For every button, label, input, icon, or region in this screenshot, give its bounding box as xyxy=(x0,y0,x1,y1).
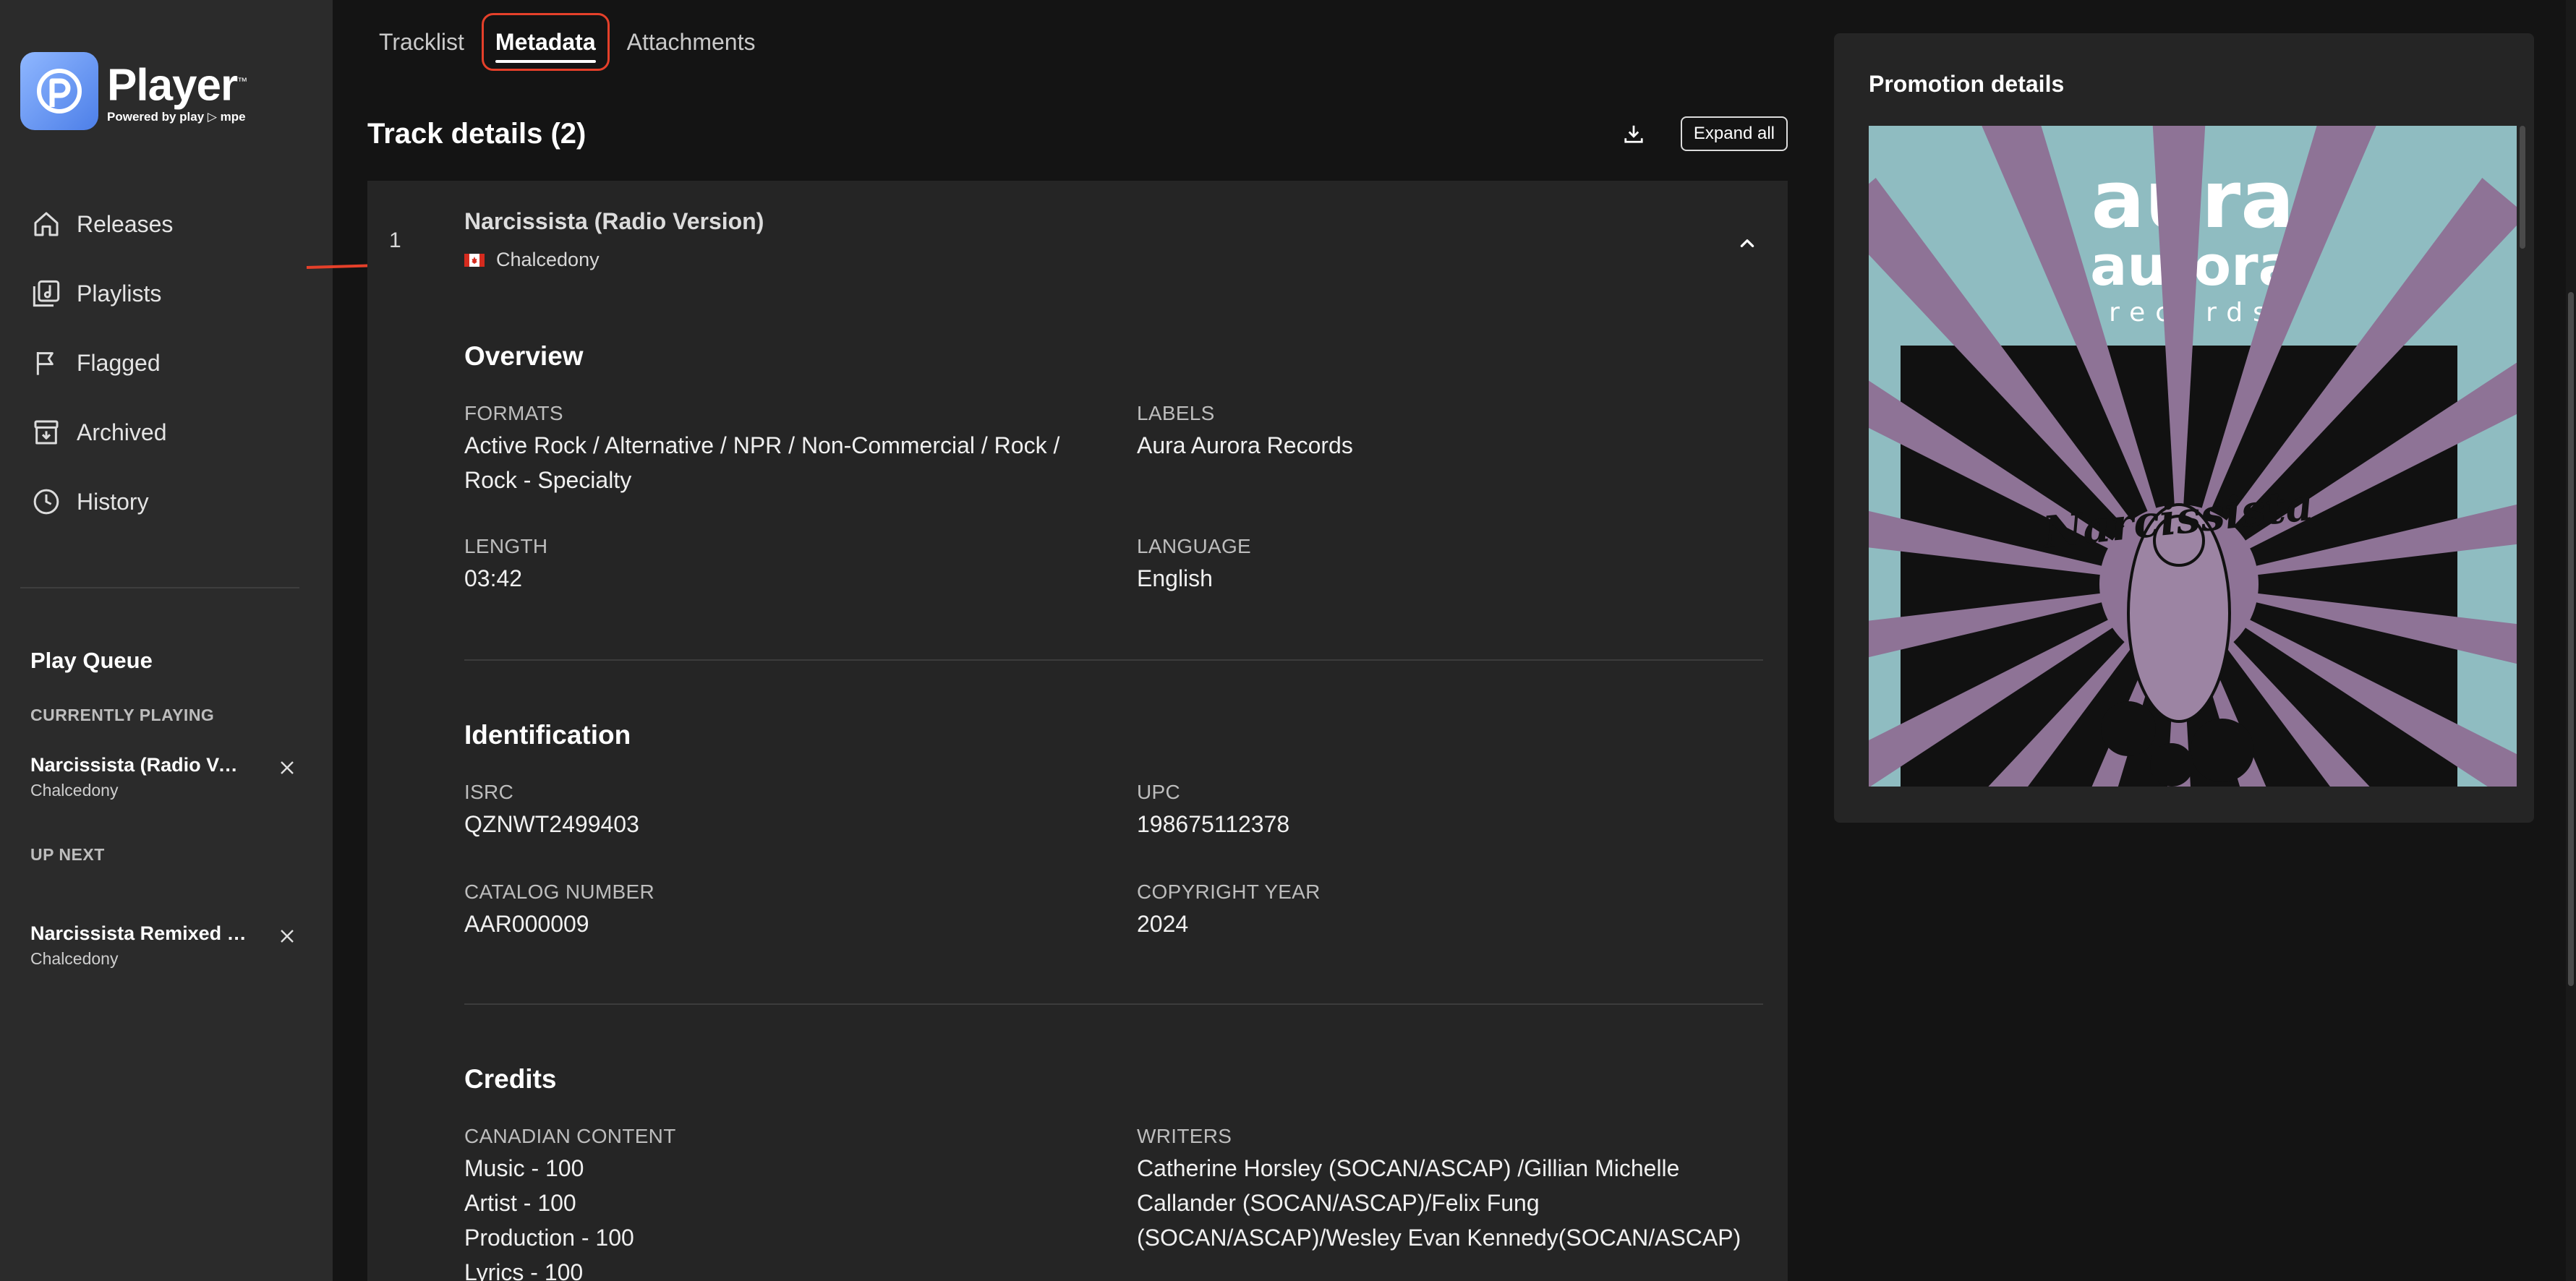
field-label: UPC xyxy=(1137,781,1181,803)
app-root: Player™ Powered by play ▷ mpe Releases P… xyxy=(0,0,2576,1281)
nav-item-flagged[interactable]: Flagged xyxy=(29,328,304,398)
queue-title: Play Queue xyxy=(30,648,153,673)
nav-item-archived[interactable]: Archived xyxy=(29,398,304,467)
field-label: LENGTH xyxy=(464,535,548,557)
queue-current-item[interactable]: Narcissista (Radio Version) Chalcedony xyxy=(30,754,298,800)
identification-section: Identification ISRC QZNWT2499403 UPC 198… xyxy=(464,720,1763,980)
expand-all-button[interactable]: Expand all xyxy=(1680,116,1788,151)
length-field: LENGTH 03:42 xyxy=(464,535,1086,596)
queue-next-track: Narcissista Remixed EP xyxy=(30,922,247,944)
upc-field: UPC 198675112378 xyxy=(1137,781,1759,841)
sidebar: Player™ Powered by play ▷ mpe Releases P… xyxy=(0,0,333,1281)
chevron-up-icon xyxy=(1740,239,1754,247)
overview-section: Overview FORMATS Active Rock / Alternati… xyxy=(464,341,1763,623)
remove-current-button[interactable] xyxy=(276,757,298,779)
promotion-panel: Promotion details aura aurora records xyxy=(1834,33,2534,823)
field-value: Active Rock / Alternative / NPR / Non-Co… xyxy=(464,432,1060,493)
field-label: CANADIAN CONTENT xyxy=(464,1125,676,1147)
field-value: 198675112378 xyxy=(1137,811,1290,837)
track-card: 1 Narcissista (Radio Version) Chalcedony… xyxy=(367,181,1788,1281)
section-divider xyxy=(464,659,1763,661)
tab-tracklist[interactable]: Tracklist xyxy=(367,13,476,71)
track-row[interactable]: 1 Narcissista (Radio Version) Chalcedony xyxy=(367,181,1788,289)
nav-label: Playlists xyxy=(77,280,162,307)
section-title: Identification xyxy=(464,720,631,750)
track-number: 1 xyxy=(389,228,401,252)
tab-metadata[interactable]: Metadata xyxy=(481,13,610,71)
clock-icon xyxy=(29,484,64,519)
field-value: 2024 xyxy=(1137,911,1189,937)
detail-tabs: Tracklist Metadata Attachments xyxy=(367,10,767,74)
promotion-scrollbar[interactable] xyxy=(2520,126,2525,249)
player-logo-icon xyxy=(20,52,98,130)
sidebar-divider xyxy=(20,587,299,588)
field-label: ISRC xyxy=(464,781,514,803)
section-title: Overview xyxy=(464,341,584,371)
field-label: LABELS xyxy=(1137,402,1215,424)
brand-subtitle: Powered by play ▷ mpe xyxy=(107,110,246,124)
section-title: Credits xyxy=(464,1064,557,1094)
brand-trademark: ™ xyxy=(237,74,247,87)
track-artist[interactable]: Chalcedony xyxy=(496,249,600,271)
playlist-icon xyxy=(29,276,64,311)
brand-logo[interactable]: Player™ Powered by play ▷ mpe xyxy=(20,52,247,130)
labels-field: LABELS Aura Aurora Records xyxy=(1137,402,1759,463)
tab-attachments[interactable]: Attachments xyxy=(615,13,767,71)
nav-item-history[interactable]: History xyxy=(29,467,304,536)
download-icon xyxy=(1624,125,1643,143)
promotion-title: Promotion details xyxy=(1869,71,2065,97)
nav-item-releases[interactable]: Releases xyxy=(29,189,304,259)
nav-label: Flagged xyxy=(77,349,161,376)
release-artwork[interactable]: aura aurora records xyxy=(1869,126,2517,787)
nav-label: Releases xyxy=(77,210,174,237)
field-value: QZNWT2499403 xyxy=(464,811,639,837)
queue-current-artist: Chalcedony xyxy=(30,781,119,800)
main-nav: Releases Playlists Flagged Archived Hist… xyxy=(29,189,304,536)
writers-field: WRITERS Catherine Horsley (SOCAN/ASCAP) … xyxy=(1137,1125,1763,1255)
isrc-field: ISRC QZNWT2499403 xyxy=(464,781,1086,841)
field-value: 03:42 xyxy=(464,565,523,591)
nav-label: Archived xyxy=(77,419,167,445)
close-icon xyxy=(281,930,294,943)
field-value: Aura Aurora Records xyxy=(1137,432,1353,458)
nav-item-playlists[interactable]: Playlists xyxy=(29,259,304,328)
queue-current-track: Narcissista (Radio Version) xyxy=(30,754,247,776)
section-divider xyxy=(464,1003,1763,1005)
brand-title: Player xyxy=(107,60,238,111)
field-value: AAR000009 xyxy=(464,911,589,937)
field-label: LANGUAGE xyxy=(1137,535,1251,557)
remove-next-button[interactable] xyxy=(276,925,298,947)
track-name: Narcissista (Radio Version) xyxy=(464,208,764,234)
track-details-header: Track details (2) Expand all xyxy=(367,108,1788,159)
currently-playing-label: CURRENTLY PLAYING xyxy=(30,706,215,724)
field-value: Catherine Horsley (SOCAN/ASCAP) /Gillian… xyxy=(1137,1155,1741,1251)
nav-label: History xyxy=(77,488,149,515)
track-details-title: Track details (2) xyxy=(367,117,587,150)
canada-flag-icon xyxy=(464,253,485,267)
catalog-field: CATALOG NUMBER AAR000009 xyxy=(464,881,1086,941)
home-icon xyxy=(29,207,64,241)
formats-field: FORMATS Active Rock / Alternative / NPR … xyxy=(464,402,1086,497)
credits-section: Credits CANADIAN CONTENT Music - 100 Art… xyxy=(464,1064,1763,1281)
collapse-track-button[interactable] xyxy=(1733,228,1762,257)
field-label: COPYRIGHT YEAR xyxy=(1137,881,1321,903)
flag-icon xyxy=(29,346,64,380)
page-scrollbar-thumb[interactable] xyxy=(2568,292,2574,986)
language-field: LANGUAGE English xyxy=(1137,535,1759,596)
up-next-label: UP NEXT xyxy=(30,845,105,864)
play-queue: Play Queue CURRENTLY PLAYING Narcissista… xyxy=(30,648,298,969)
queue-next-item[interactable]: Narcissista Remixed EP Chalcedony xyxy=(30,922,298,969)
queue-next-artist: Chalcedony xyxy=(30,949,119,968)
field-label: WRITERS xyxy=(1137,1125,1232,1147)
archive-icon xyxy=(29,415,64,450)
field-value: Music - 100 Artist - 100 Production - 10… xyxy=(464,1155,634,1281)
download-button[interactable] xyxy=(1616,116,1652,152)
field-value: English xyxy=(1137,565,1213,591)
close-icon xyxy=(281,761,294,774)
canadian-content-field: CANADIAN CONTENT Music - 100 Artist - 10… xyxy=(464,1125,1086,1281)
field-label: FORMATS xyxy=(464,402,563,424)
copyright-field: COPYRIGHT YEAR 2024 xyxy=(1137,881,1759,941)
field-label: CATALOG NUMBER xyxy=(464,881,654,903)
